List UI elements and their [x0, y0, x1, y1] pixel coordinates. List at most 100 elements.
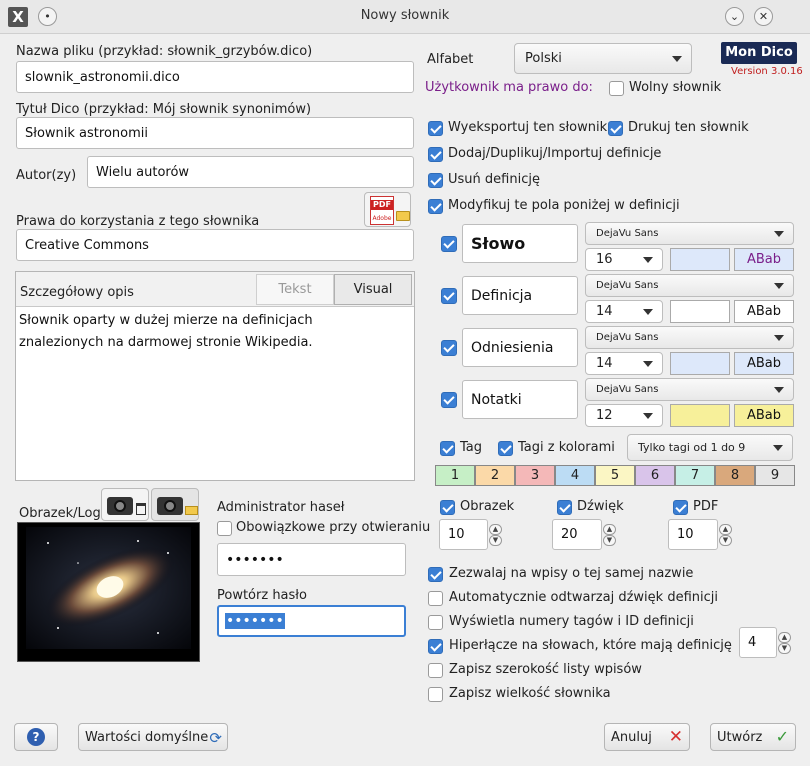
password-input[interactable]: ••••••• [217, 543, 406, 576]
media-sound-spinner[interactable]: ▲ ▼ [603, 524, 616, 546]
create-button[interactable]: Utwórz ✓ [710, 723, 796, 751]
media-image-input[interactable]: 10 [439, 519, 488, 550]
tag-cell[interactable]: 4 [555, 465, 595, 486]
tag-cell[interactable]: 1 [435, 465, 475, 486]
media-sound-input[interactable]: 20 [552, 519, 602, 550]
media-sound-checkbox[interactable] [557, 500, 572, 515]
print-label: Drukuj ten słownik [628, 120, 749, 135]
author-input[interactable]: Wielu autorów [87, 156, 414, 188]
field-bg-color-swatch[interactable] [670, 248, 730, 271]
field-checkbox[interactable] [441, 340, 457, 356]
field-size-select[interactable]: 14 [585, 300, 663, 323]
admin-label: Administrator haseł [217, 500, 345, 515]
media-image-spinner[interactable]: ▲ ▼ [489, 524, 502, 546]
option-checkbox[interactable] [428, 591, 443, 606]
option-checkbox[interactable] [428, 567, 443, 582]
field-font-select[interactable]: DejaVu Sans [585, 378, 794, 401]
minimize-button[interactable]: ⌄ [725, 7, 744, 26]
print-checkbox[interactable] [608, 121, 623, 136]
camera-open-button[interactable] [151, 488, 199, 521]
export-checkbox[interactable] [428, 121, 443, 136]
option-checkbox[interactable] [428, 687, 443, 702]
field-font-select[interactable]: DejaVu Sans [585, 326, 794, 349]
delete-checkbox[interactable] [428, 173, 443, 188]
field-name-input[interactable]: Odniesienia [462, 328, 578, 367]
field-checkbox[interactable] [441, 288, 457, 304]
hyperlink-level-input[interactable]: 4 [739, 627, 777, 658]
camera-delete-button[interactable] [101, 488, 149, 521]
title-bar: X • Nowy słownik ⌄ ✕ [0, 0, 810, 34]
field-bg-color-swatch[interactable] [670, 352, 730, 375]
option-checkbox[interactable] [428, 639, 443, 654]
media-pdf-checkbox[interactable] [673, 500, 688, 515]
tab-text[interactable]: Tekst [256, 274, 334, 305]
field-sample-text[interactable]: ABab [734, 300, 794, 323]
dico-title-input[interactable]: Słownik astronomii [16, 117, 414, 149]
description-label: Szczegółowy opis [20, 285, 134, 300]
pdf-attach-button[interactable]: PDF Adobe [364, 192, 411, 227]
tag-cell[interactable]: 8 [715, 465, 755, 486]
field-size-select[interactable]: 12 [585, 404, 663, 427]
field-sample-text[interactable]: ABab [734, 248, 794, 271]
free-dictionary-checkbox[interactable] [609, 81, 624, 96]
cancel-button[interactable]: Anuluj ✕ [604, 723, 690, 751]
field-size-select[interactable]: 14 [585, 352, 663, 375]
tag-cell[interactable]: 6 [635, 465, 675, 486]
field-name-input[interactable]: Słowo [462, 224, 578, 263]
tag-cell[interactable]: 2 [475, 465, 515, 486]
mandatory-checkbox[interactable] [217, 521, 232, 536]
close-button[interactable]: ✕ [754, 7, 773, 26]
camera-icon [107, 497, 133, 515]
file-name-input[interactable]: slownik_astronomii.dico [16, 61, 414, 93]
media-pdf-spinner[interactable]: ▲ ▼ [719, 524, 732, 546]
mon-dico-logo: Mon Dico [721, 42, 797, 64]
delete-label: Usuń definicję [448, 172, 540, 187]
modify-checkbox[interactable] [428, 199, 443, 214]
repeat-password-label: Powtórz hasło [217, 588, 307, 603]
repeat-password-input[interactable]: ••••••• [217, 605, 406, 637]
field-font-select[interactable]: DejaVu Sans [585, 274, 794, 297]
field-font-select[interactable]: DejaVu Sans [585, 222, 794, 245]
tag-cell[interactable]: 5 [595, 465, 635, 486]
tag-cell[interactable]: 9 [755, 465, 795, 486]
folder-icon [185, 506, 198, 515]
tag-cell[interactable]: 3 [515, 465, 555, 486]
alphabet-select[interactable]: Polski [514, 43, 692, 74]
option-checkbox[interactable] [428, 663, 443, 678]
tab-visual[interactable]: Visual [334, 274, 412, 305]
field-sample-text[interactable]: ABab [734, 352, 794, 375]
add-label: Dodaj/Duplikuj/Importuj definicje [448, 146, 662, 161]
dico-title-label: Tytuł Dico (przykład: Mój słownik synoni… [16, 102, 312, 117]
tag-filter-select[interactable]: Tylko tagi od 1 do 9 [627, 434, 793, 461]
image-label: Obrazek/Logo [19, 506, 109, 521]
field-bg-color-swatch[interactable] [670, 404, 730, 427]
camera-icon [157, 497, 183, 515]
field-checkbox[interactable] [441, 392, 457, 408]
field-sample-text[interactable]: ABab [734, 404, 794, 427]
export-label: Wyeksportuj ten słownik [448, 120, 608, 135]
pdf-icon: PDF Adobe [370, 196, 394, 225]
free-dictionary-label: Wolny słownik [629, 80, 722, 95]
option-label: Zezwalaj na wpisy o tej samej nazwie [449, 566, 694, 581]
field-size-select[interactable]: 16 [585, 248, 663, 271]
field-name-input[interactable]: Notatki [462, 380, 578, 419]
field-bg-color-swatch[interactable] [670, 300, 730, 323]
tag-cell[interactable]: 7 [675, 465, 715, 486]
media-image-checkbox[interactable] [440, 500, 455, 515]
repeat-password-selection: ••••••• [225, 613, 285, 629]
defaults-button[interactable]: Wartości domyślne ⟳ [78, 723, 228, 751]
media-pdf-input[interactable]: 10 [668, 519, 718, 550]
refresh-icon: ⟳ [209, 729, 222, 747]
color-tags-label: Tagi z kolorami [518, 440, 615, 455]
hyperlink-level-spinner[interactable]: ▲ ▼ [778, 632, 791, 654]
field-checkbox[interactable] [441, 236, 457, 252]
help-button[interactable]: ? [14, 723, 58, 751]
field-name-input[interactable]: Definicja [462, 276, 578, 315]
option-checkbox[interactable] [428, 615, 443, 630]
color-tags-checkbox[interactable] [498, 441, 513, 456]
tag-checkbox[interactable] [440, 441, 455, 456]
rights-input[interactable]: Creative Commons [16, 229, 414, 261]
option-label: Zapisz szerokość listy wpisów [449, 662, 642, 677]
add-checkbox[interactable] [428, 147, 443, 162]
description-text[interactable]: Słownik oparty w dużej mierze na definic… [19, 310, 399, 354]
